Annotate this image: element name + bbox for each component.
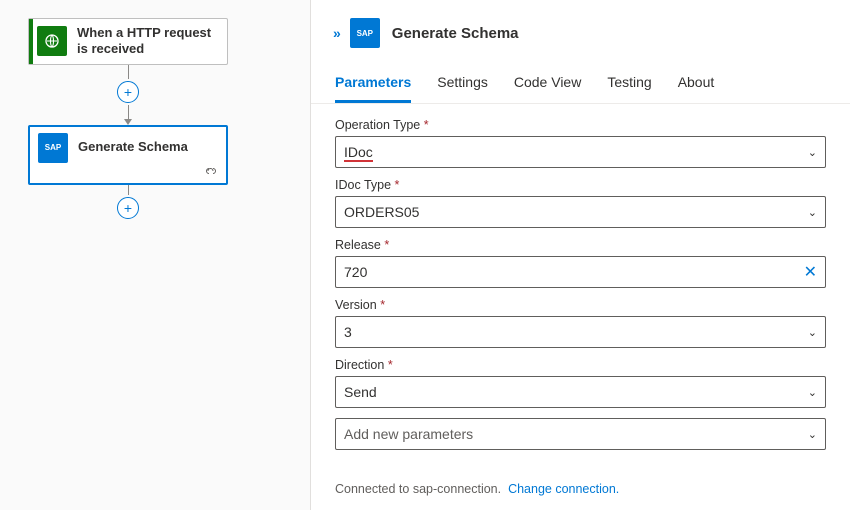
change-connection-link[interactable]: Change connection. [508, 482, 619, 496]
field-idoc-type: IDoc Type * ORDERS05 ⌄ [335, 178, 826, 228]
operation-type-select[interactable]: IDoc ⌄ [335, 136, 826, 168]
version-label: Version * [335, 298, 826, 312]
panel-header: » SAP Generate Schema [311, 0, 850, 58]
chevron-down-icon: ⌄ [808, 146, 817, 159]
chevron-down-icon: ⌄ [808, 206, 817, 219]
idoc-type-select[interactable]: ORDERS05 ⌄ [335, 196, 826, 228]
add-step-after-button[interactable]: + [117, 197, 139, 219]
chevron-down-icon: ⌄ [808, 428, 817, 441]
trigger-node-http-request[interactable]: When a HTTP request is received [28, 18, 228, 65]
edge-trigger-to-action: + [28, 65, 228, 125]
sap-icon: SAP [38, 133, 68, 163]
chevron-down-icon: ⌄ [808, 326, 817, 339]
add-new-parameters-select[interactable]: Add new parameters ⌄ [335, 418, 826, 450]
trigger-node-label: When a HTTP request is received [77, 25, 219, 58]
panel-title: Generate Schema [392, 25, 519, 42]
chevron-down-icon: ⌄ [808, 386, 817, 399]
panel-tabs: Parameters Settings Code View Testing Ab… [311, 58, 850, 104]
field-direction: Direction * Send ⌄ [335, 358, 826, 408]
designer-canvas: When a HTTP request is received + SAP Ge… [0, 0, 310, 510]
add-step-between-button[interactable]: + [117, 81, 139, 103]
trigger-accent-bar [29, 19, 33, 64]
tab-testing[interactable]: Testing [607, 68, 651, 103]
tab-about[interactable]: About [678, 68, 715, 103]
tab-code-view[interactable]: Code View [514, 68, 581, 103]
parameters-form: Operation Type * IDoc ⌄ IDoc Type * ORDE… [311, 104, 850, 474]
direction-select[interactable]: Send ⌄ [335, 376, 826, 408]
idoc-type-label: IDoc Type * [335, 178, 826, 192]
connection-footer: Connected to sap-connection. Change conn… [311, 474, 850, 510]
version-select[interactable]: 3 ⌄ [335, 316, 826, 348]
tab-settings[interactable]: Settings [437, 68, 488, 103]
http-trigger-icon [37, 26, 67, 56]
operation-type-label: Operation Type * [335, 118, 826, 132]
release-input[interactable]: 720 ✕ [335, 256, 826, 288]
tab-parameters[interactable]: Parameters [335, 68, 411, 103]
direction-label: Direction * [335, 358, 826, 372]
field-operation-type: Operation Type * IDoc ⌄ [335, 118, 826, 168]
sap-icon: SAP [350, 18, 380, 48]
action-details-panel: » SAP Generate Schema Parameters Setting… [310, 0, 850, 510]
collapse-panel-button[interactable]: » [333, 25, 338, 41]
field-release: Release * 720 ✕ [335, 238, 826, 288]
action-node-generate-schema[interactable]: SAP Generate Schema [28, 125, 228, 185]
field-version: Version * 3 ⌄ [335, 298, 826, 348]
field-add-new-parameters: Add new parameters ⌄ [335, 418, 826, 450]
edge-after-action: + [28, 185, 228, 221]
clear-input-icon[interactable]: ✕ [804, 262, 817, 282]
action-node-label: Generate Schema [78, 139, 188, 155]
release-label: Release * [335, 238, 826, 252]
connection-name: sap-connection. [413, 482, 501, 496]
connection-link-icon [204, 165, 218, 179]
